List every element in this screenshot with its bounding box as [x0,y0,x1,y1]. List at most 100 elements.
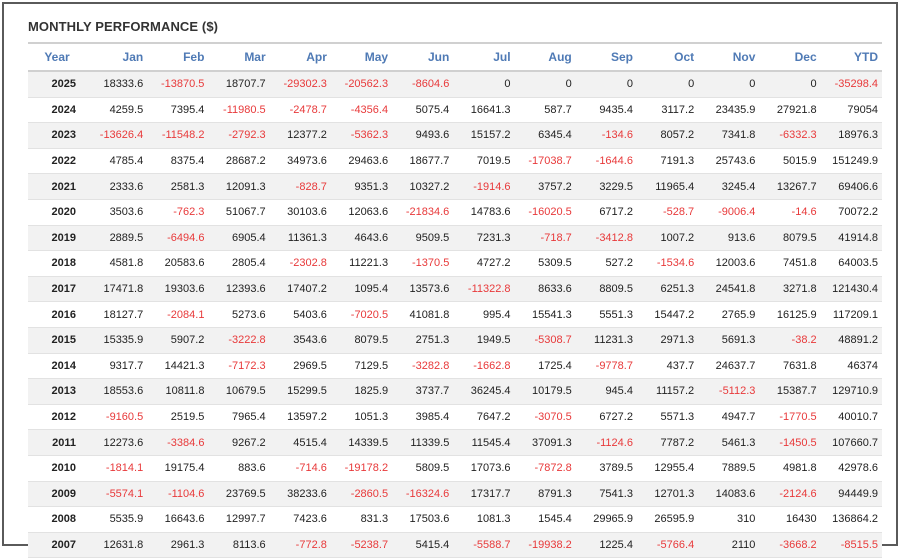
value-cell-ytd: -8515.5 [820,532,882,558]
value-cell-apr: 2969.5 [269,353,331,380]
value-cell-apr: -29302.3 [269,71,331,98]
value-cell-ytd: 41914.8 [820,225,882,252]
value-cell-mar: 51067.7 [208,199,270,226]
value-cell-aug: 1725.4 [514,353,576,380]
value-cell-nov: 3245.4 [698,173,760,200]
value-cell-jan: 12631.8 [86,532,148,558]
column-header-oct: Oct [636,42,699,72]
value-cell-nov: 5461.3 [698,429,760,456]
value-cell-apr: -2478.7 [269,97,331,124]
value-cell-feb: -2084.1 [147,301,209,328]
value-cell-jun: 5415.4 [392,532,454,558]
value-cell-dec: 16125.9 [759,301,821,328]
year-cell: 2024 [28,97,86,124]
year-cell: 2015 [28,327,86,354]
value-cell-apr: 3543.6 [269,327,331,354]
value-cell-may: 14339.5 [330,429,393,456]
value-cell-jun: 11339.5 [392,429,454,456]
value-cell-apr: 13597.2 [269,404,331,431]
table-row: 2022 4785.4 8375.4 28687.2 34973.6 29463.6 186… [28,148,882,175]
column-header-jun: Jun [392,42,454,72]
value-cell-sep: 1225.4 [575,532,637,558]
value-cell-jun: 3737.7 [392,378,454,405]
value-cell-dec: 5015.9 [759,148,821,175]
value-cell-sep: 6717.2 [575,199,637,226]
value-cell-jan: 12273.6 [86,429,148,456]
value-cell-jun: 17503.6 [392,506,454,533]
value-cell-ytd: 107660.7 [820,429,882,456]
value-cell-may: 4643.6 [330,225,393,252]
value-cell-aug: -718.7 [514,225,576,252]
value-cell-jan: 18333.6 [86,71,148,98]
value-cell-oct: 7787.2 [636,429,699,456]
value-cell-mar: 2805.4 [208,250,270,277]
value-cell-sep: -1644.6 [575,148,637,175]
value-cell-nov: 2765.9 [698,301,760,328]
value-cell-feb: -13870.5 [147,71,209,98]
value-cell-mar: 5273.6 [208,301,270,328]
value-cell-apr: -772.8 [269,532,331,558]
column-header-aug: Aug [514,42,576,72]
value-cell-may: 8079.5 [330,327,393,354]
value-cell-apr: -2302.8 [269,250,331,277]
value-cell-sep: 11231.3 [575,327,637,354]
value-cell-feb: 7395.4 [147,97,209,124]
value-cell-aug: 37091.3 [514,429,576,456]
value-cell-jun: 5075.4 [392,97,454,124]
year-cell: 2012 [28,404,86,431]
value-cell-aug: 3757.2 [514,173,576,200]
value-cell-ytd: 79054 [820,97,882,124]
value-cell-oct: 6251.3 [636,276,699,303]
value-cell-feb: 2581.3 [147,173,209,200]
value-cell-dec: 13267.7 [759,173,821,200]
year-cell: 2008 [28,506,86,533]
value-cell-feb: 16643.6 [147,506,209,533]
value-cell-jan: 4785.4 [86,148,148,175]
value-cell-mar: 9267.2 [208,429,270,456]
column-header-sep: Sep [575,42,637,72]
value-cell-jul: 0 [453,71,515,98]
value-cell-mar: 28687.2 [208,148,270,175]
value-cell-ytd: 121430.4 [820,276,882,303]
value-cell-apr: 34973.6 [269,148,331,175]
year-cell: 2023 [28,122,86,149]
value-cell-may: -20562.3 [330,71,393,98]
value-cell-apr: 5403.6 [269,301,331,328]
value-cell-jan: 3503.6 [86,199,148,226]
value-cell-aug: -16020.5 [514,199,576,226]
value-cell-jun: 13573.6 [392,276,454,303]
value-cell-ytd: 136864.2 [820,506,882,533]
value-cell-may: 831.3 [330,506,393,533]
value-cell-apr: 7423.6 [269,506,331,533]
table-row: 2012 -9160.5 2519.5 7965.4 13597.2 1051.3 3985… [28,404,882,431]
table-row: 2019 2889.5 -6494.6 6905.4 11361.3 4643.6 9509… [28,225,882,252]
value-cell-jan: 9317.7 [86,353,148,380]
value-cell-nov: 0 [698,71,760,98]
value-cell-apr: -714.6 [269,455,331,482]
value-cell-mar: 12091.3 [208,173,270,200]
table-row: 2016 18127.7 -2084.1 5273.6 5403.6 -7020.5 410… [28,301,882,328]
value-cell-ytd: 48891.2 [820,327,882,354]
value-cell-may: 1825.9 [330,378,393,405]
value-cell-oct: 5571.3 [636,404,699,431]
value-cell-aug: 587.7 [514,97,576,124]
value-cell-aug: 10179.5 [514,378,576,405]
panel-title: MONTHLY PERFORMANCE ($) [28,19,219,34]
value-cell-ytd: 70072.2 [820,199,882,226]
value-cell-sep: 5551.3 [575,301,637,328]
value-cell-feb: -762.3 [147,199,209,226]
value-cell-aug: 6345.4 [514,122,576,149]
value-cell-ytd: 64003.5 [820,250,882,277]
table-row: 2020 3503.6 -762.3 51067.7 30103.6 12063.6 -21… [28,199,882,226]
value-cell-dec: 4981.8 [759,455,821,482]
value-cell-nov: 25743.6 [698,148,760,175]
value-cell-feb: -3384.6 [147,429,209,456]
value-cell-apr: 38233.6 [269,481,331,508]
value-cell-feb: 19303.6 [147,276,209,303]
year-cell: 2019 [28,225,86,252]
value-cell-ytd: 69406.6 [820,173,882,200]
value-cell-jun: 3985.4 [392,404,454,431]
value-cell-aug: -19938.2 [514,532,576,558]
value-cell-sep: 3229.5 [575,173,637,200]
value-cell-may: -5362.3 [330,122,393,149]
